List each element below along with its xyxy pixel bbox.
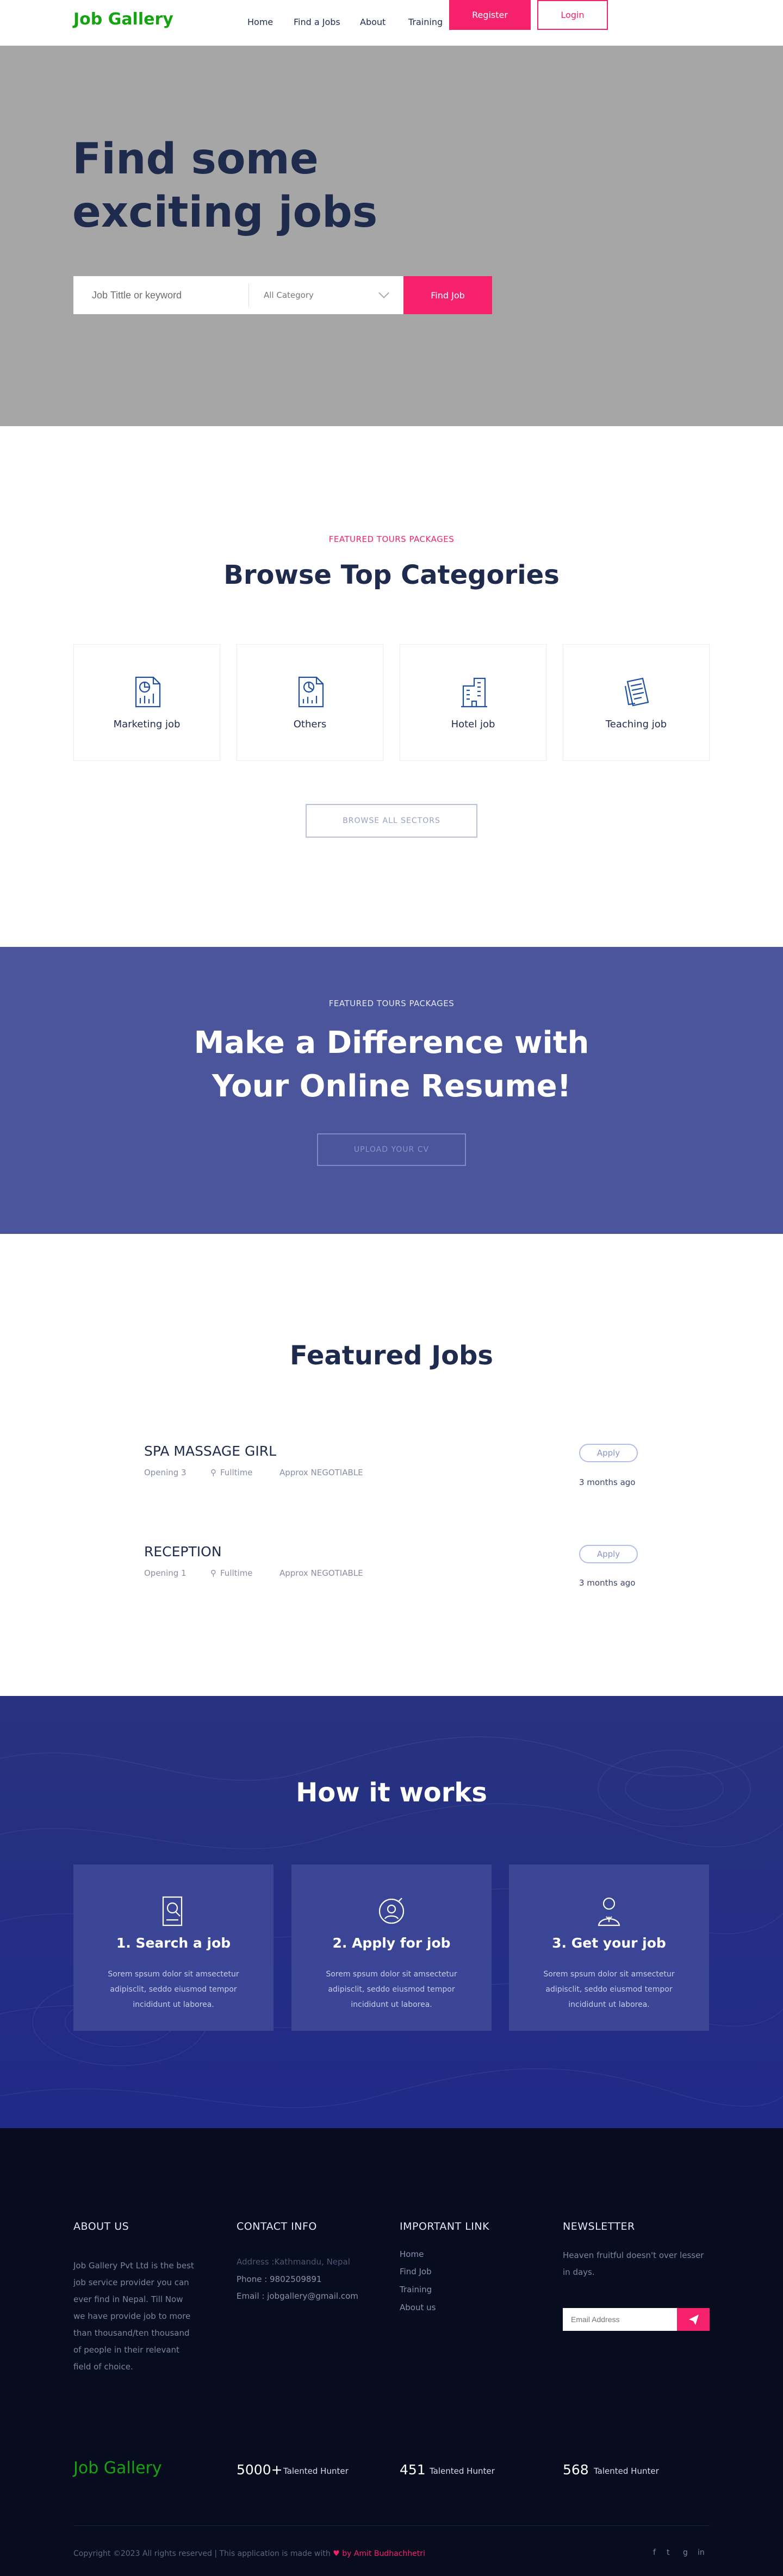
how-step-card: 1. Search a job Sorem spsum dolor sit am… <box>73 1864 274 2031</box>
find-job-button[interactable]: Find Job <box>403 276 492 314</box>
heart-icon: ♥ <box>333 2549 340 2558</box>
hotel-building-icon <box>461 677 487 708</box>
marketing-report-icon <box>135 676 161 708</box>
category-label: Teaching job <box>605 719 667 730</box>
twitter-icon[interactable]: t <box>667 2548 670 2557</box>
login-button[interactable]: Login <box>537 0 608 30</box>
category-label: Hotel job <box>451 719 495 730</box>
apply-button[interactable]: Apply <box>579 1545 638 1563</box>
nav-home[interactable]: Home <box>247 17 273 27</box>
stat-label: Talented Hunter <box>594 2466 659 2476</box>
category-label: Others <box>293 719 327 730</box>
stat-number: 5000+ <box>237 2462 283 2478</box>
site-footer: ABOUT US Job Gallery Pvt Ltd is the best… <box>0 2128 783 2576</box>
how-step-desc: Sorem spsum dolor sit amsectetur adipisc… <box>326 1970 457 2009</box>
globe-icon[interactable]: g <box>683 2548 688 2557</box>
job-opening: Opening 1 <box>144 1568 187 1578</box>
nav-training[interactable]: Training <box>408 17 443 27</box>
newsletter-submit-button[interactable] <box>677 2308 710 2331</box>
stat-label: Talented Hunter <box>430 2466 495 2476</box>
resume-eyebrow: FEATURED TOURS PACKAGES <box>328 999 455 1008</box>
how-step-desc: Sorem spsum dolor sit amsectetur adipisc… <box>108 1970 239 2009</box>
location-pin-icon: ⚲ <box>210 1568 216 1578</box>
footer-about-text: Job Gallery Pvt Ltd is the best job serv… <box>73 2261 194 2372</box>
how-step-title: 1. Search a job <box>116 1935 231 1951</box>
copyright-prefix: Copyright ©2023 All rights reserved | Th… <box>73 2549 331 2558</box>
category-label: Marketing job <box>113 719 181 730</box>
posted-time: 3 months ago <box>579 1578 636 1588</box>
job-search-bar: All Category Find Job <box>73 276 492 314</box>
stat-number: 568 <box>563 2462 589 2478</box>
how-step-desc: Sorem spsum dolor sit amsectetur adipisc… <box>543 1970 675 2009</box>
how-step-title: 2. Apply for job <box>332 1935 451 1951</box>
stat-label: Talented Hunter <box>283 2466 349 2476</box>
apply-job-icon <box>378 1898 405 1924</box>
footer-about-heading: ABOUT US <box>73 2221 129 2232</box>
hero-title: Find some exciting jobs <box>72 135 378 237</box>
how-title: How it works <box>296 1777 487 1808</box>
footer-newsletter-text: Heaven fruitful doesn't over lesser in d… <box>563 2250 704 2277</box>
footer-link-home[interactable]: Home <box>400 2249 424 2259</box>
apply-button[interactable]: Apply <box>579 1444 638 1462</box>
resume-banner: FEATURED TOURS PACKAGES Make a Differenc… <box>0 947 783 1234</box>
copyright-by: by <box>342 2549 352 2558</box>
footer-address: Address :Kathmandu, Nepal <box>237 2257 350 2267</box>
job-salary: Approx NEGOTIABLE <box>279 1568 363 1578</box>
how-it-works-section: How it works 1. Search a job Sorem spsum… <box>0 1696 783 2128</box>
footer-newsletter-heading: NEWSLETTER <box>563 2221 635 2232</box>
teaching-notes-icon <box>624 677 649 707</box>
get-job-icon <box>598 1897 620 1926</box>
footer-link-find-job[interactable]: Find Job <box>400 2267 432 2276</box>
register-button[interactable]: Register <box>449 0 531 30</box>
job-title[interactable]: RECEPTION <box>144 1544 222 1560</box>
document-chart-icon <box>298 676 324 708</box>
location-pin-icon: ⚲ <box>210 1468 216 1477</box>
facebook-icon[interactable]: f <box>653 2548 656 2557</box>
how-step-card: 2. Apply for job Sorem spsum dolor sit a… <box>291 1864 492 2031</box>
how-step-card: 3. Get your job Sorem spsum dolor sit am… <box>509 1864 709 2031</box>
posted-time: 3 months ago <box>579 1477 636 1487</box>
footer-link-about[interactable]: About us <box>400 2303 436 2312</box>
category-card-teaching[interactable]: Teaching job <box>563 644 710 761</box>
footer-email[interactable]: Email : jobgallery@gmail.com <box>237 2291 358 2301</box>
categories-eyebrow: FEATURED TOURS PACKAGES <box>328 534 455 544</box>
job-type: Fulltime <box>220 1468 253 1477</box>
footer-contact-heading: CONTACT INFO <box>237 2221 317 2232</box>
send-icon <box>689 2315 699 2325</box>
copyright-text: Copyright ©2023 All rights reserved | Th… <box>73 2549 425 2558</box>
hero-section: Find some exciting jobs All Category Fin… <box>0 46 783 426</box>
featured-jobs-title: Featured Jobs <box>290 1340 493 1371</box>
footer-phone: Phone : 9802509891 <box>237 2274 322 2284</box>
footer-links-heading: IMPORTANT LINK <box>400 2221 490 2232</box>
footer-divider <box>73 2525 710 2526</box>
upload-cv-button[interactable]: UPLOAD YOUR CV <box>317 1133 466 1166</box>
job-title[interactable]: SPA MASSAGE GIRL <box>144 1443 276 1459</box>
site-logo[interactable]: Job Gallery <box>73 10 173 29</box>
category-card-hotel[interactable]: Hotel job <box>400 644 546 761</box>
nav-find-jobs[interactable]: Find a Jobs <box>294 17 340 27</box>
categories-title: Browse Top Categories <box>223 560 560 590</box>
resume-title: Make a Difference with Your Online Resum… <box>194 1025 589 1104</box>
job-salary: Approx NEGOTIABLE <box>279 1468 363 1477</box>
job-keyword-input[interactable] <box>73 276 248 314</box>
search-job-icon <box>162 1896 183 1926</box>
footer-link-training[interactable]: Training <box>400 2285 432 2294</box>
nav-about[interactable]: About <box>360 17 386 27</box>
linkedin-icon[interactable]: in <box>698 2548 705 2557</box>
stat-number: 451 <box>400 2462 426 2478</box>
search-divider <box>248 284 249 307</box>
category-card-others[interactable]: Others <box>237 644 383 761</box>
author-link[interactable]: Amit Budhachhetri <box>354 2549 425 2558</box>
how-step-title: 3. Get your job <box>552 1935 666 1951</box>
job-type: Fulltime <box>220 1568 253 1578</box>
category-card-marketing[interactable]: Marketing job <box>73 644 220 761</box>
site-header: Job Gallery Home Find a Jobs About Train… <box>0 0 783 46</box>
job-opening: Opening 3 <box>144 1468 187 1477</box>
footer-logo[interactable]: Job Gallery <box>73 2459 162 2478</box>
browse-all-sectors-button[interactable]: BROWSE ALL SECTORS <box>306 804 477 838</box>
newsletter-email-input[interactable] <box>563 2308 677 2331</box>
